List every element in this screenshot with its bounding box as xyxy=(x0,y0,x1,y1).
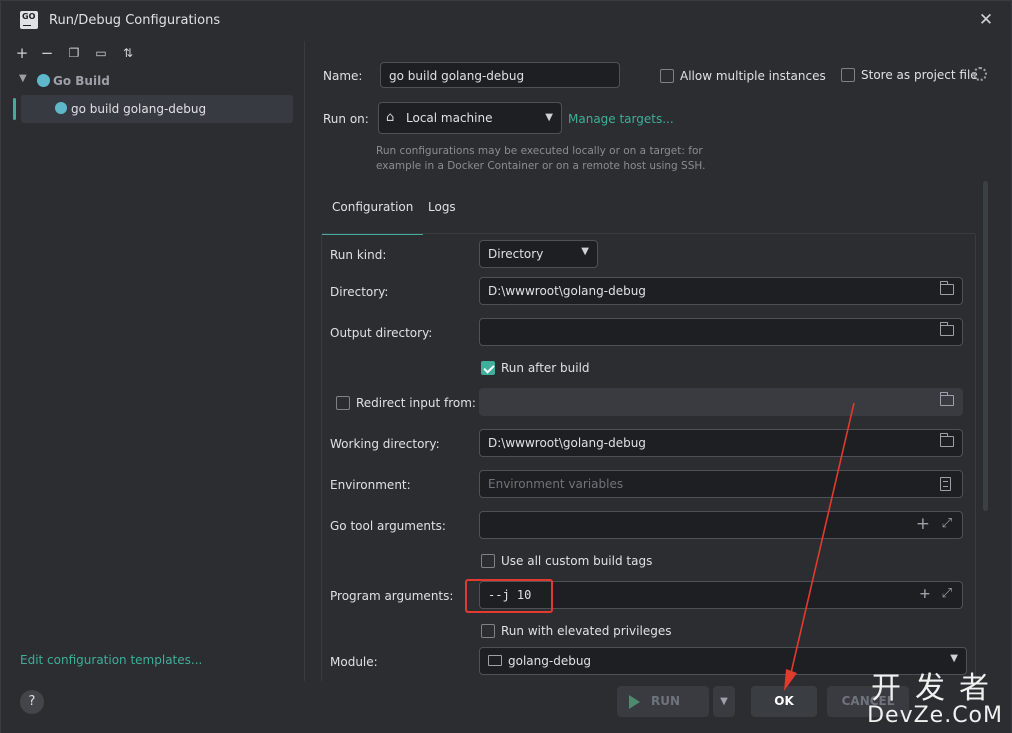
store-project-label: Store as project file xyxy=(861,68,978,82)
allow-multiple-checkbox[interactable] xyxy=(660,69,674,83)
folder-icon[interactable] xyxy=(939,392,954,406)
run-kind-select[interactable]: Directory ▼ xyxy=(479,240,598,268)
play-icon xyxy=(629,695,640,709)
working-directory-label: Working directory: xyxy=(330,437,440,451)
chevron-down-icon: ▼ xyxy=(950,653,958,664)
new-folder-icon[interactable]: ▭ xyxy=(91,43,111,63)
configurations-sidebar: + − ❐ ▭ ⇅ ▼ Go Build go build golang-deb… xyxy=(9,41,305,681)
edit-variables-icon[interactable] xyxy=(940,477,951,491)
name-label: Name: xyxy=(323,69,363,83)
run-button[interactable]: RUN xyxy=(617,686,709,717)
run-after-build-checkbox[interactable] xyxy=(481,361,495,375)
sort-icon[interactable]: ⇅ xyxy=(118,43,138,63)
configuration-editor: Name: go build golang-debug Allow multip… xyxy=(306,41,1011,681)
go-build-icon xyxy=(37,74,50,87)
program-args-label: Program arguments: xyxy=(330,589,454,603)
output-directory-label: Output directory: xyxy=(330,326,433,340)
chevron-down-icon[interactable]: ▼ xyxy=(19,73,27,84)
store-project-checkbox[interactable] xyxy=(841,68,855,82)
edit-templates-link[interactable]: Edit configuration templates... xyxy=(20,653,202,667)
ok-button[interactable]: OK xyxy=(751,686,817,717)
run-debug-dialog: GO Run/Debug Configurations ✕ + − ❐ ▭ ⇅ … xyxy=(0,0,1012,733)
help-button[interactable]: ? xyxy=(20,690,44,714)
module-label: Module: xyxy=(330,655,378,669)
go-tool-args-label: Go tool arguments: xyxy=(330,519,446,533)
dialog-button-bar: ? RUN ▼ OK CANCEL xyxy=(1,681,1011,733)
folder-icon[interactable] xyxy=(939,433,954,447)
tab-configuration[interactable]: Configuration xyxy=(321,200,424,235)
tab-logs[interactable]: Logs xyxy=(428,200,456,234)
go-tool-args-field[interactable]: + ⤢ xyxy=(479,511,963,539)
insert-macro-icon[interactable]: + xyxy=(920,585,930,603)
elevated-privileges-label: Run with elevated privileges xyxy=(501,624,672,638)
window-title: Run/Debug Configurations xyxy=(49,13,221,28)
expand-icon[interactable]: ⤢ xyxy=(942,516,952,532)
insert-macro-icon[interactable]: + xyxy=(916,515,930,533)
directory-field[interactable]: D:\wwwroot\golang-debug xyxy=(479,277,963,305)
scrollbar[interactable] xyxy=(983,181,988,511)
manage-targets-link[interactable]: Manage targets... xyxy=(568,112,674,126)
remove-icon[interactable]: − xyxy=(37,43,57,63)
redirect-input-field[interactable] xyxy=(479,388,963,416)
allow-multiple-label: Allow multiple instances xyxy=(680,69,826,83)
gear-icon[interactable] xyxy=(973,67,987,81)
run-kind-label: Run kind: xyxy=(330,248,387,262)
go-build-icon xyxy=(55,102,67,114)
chevron-down-icon: ▼ xyxy=(581,246,589,257)
run-options-dropdown[interactable]: ▼ xyxy=(713,686,735,717)
run-on-label: Run on: xyxy=(323,112,369,126)
directory-label: Directory: xyxy=(330,285,389,299)
home-icon: ⌂ xyxy=(386,110,395,125)
annotation-highlight-box xyxy=(465,579,553,613)
run-after-build-label: Run after build xyxy=(501,361,590,375)
close-icon[interactable]: ✕ xyxy=(977,11,995,29)
sidebar-toolbar: + − ❐ ▭ ⇅ xyxy=(9,43,304,65)
environment-label: Environment: xyxy=(330,478,411,492)
run-on-hint: Run configurations may be executed local… xyxy=(376,145,706,172)
redirect-input-label: Redirect input from: xyxy=(356,396,476,410)
add-icon[interactable]: + xyxy=(12,43,32,63)
folder-icon[interactable] xyxy=(939,322,954,336)
selection-indicator xyxy=(13,98,16,120)
elevated-privileges-checkbox[interactable] xyxy=(481,624,495,638)
expand-icon[interactable]: ⤢ xyxy=(942,586,952,602)
site-watermark: 开发者 DevZe.CoM xyxy=(867,671,1003,728)
use-custom-tags-label: Use all custom build tags xyxy=(501,554,653,568)
name-field[interactable]: go build golang-debug xyxy=(380,62,620,88)
tree-group-go-build[interactable]: ▼ Go Build xyxy=(17,71,297,91)
output-directory-field[interactable] xyxy=(479,318,963,346)
run-on-select[interactable]: ⌂ Local machine ▼ xyxy=(378,102,562,134)
use-custom-tags-checkbox[interactable] xyxy=(481,554,495,568)
goland-app-icon: GO xyxy=(20,11,38,29)
module-folder-icon xyxy=(488,655,502,666)
chevron-down-icon: ▼ xyxy=(545,112,553,123)
working-directory-field[interactable]: D:\wwwroot\golang-debug xyxy=(479,429,963,457)
copy-icon[interactable]: ❐ xyxy=(64,43,84,63)
title-bar: GO Run/Debug Configurations ✕ xyxy=(1,1,1011,41)
folder-icon[interactable] xyxy=(939,281,954,295)
environment-field[interactable]: Environment variables xyxy=(479,470,963,498)
tree-item-configuration[interactable]: go build golang-debug xyxy=(13,95,293,123)
redirect-input-checkbox[interactable] xyxy=(336,396,350,410)
